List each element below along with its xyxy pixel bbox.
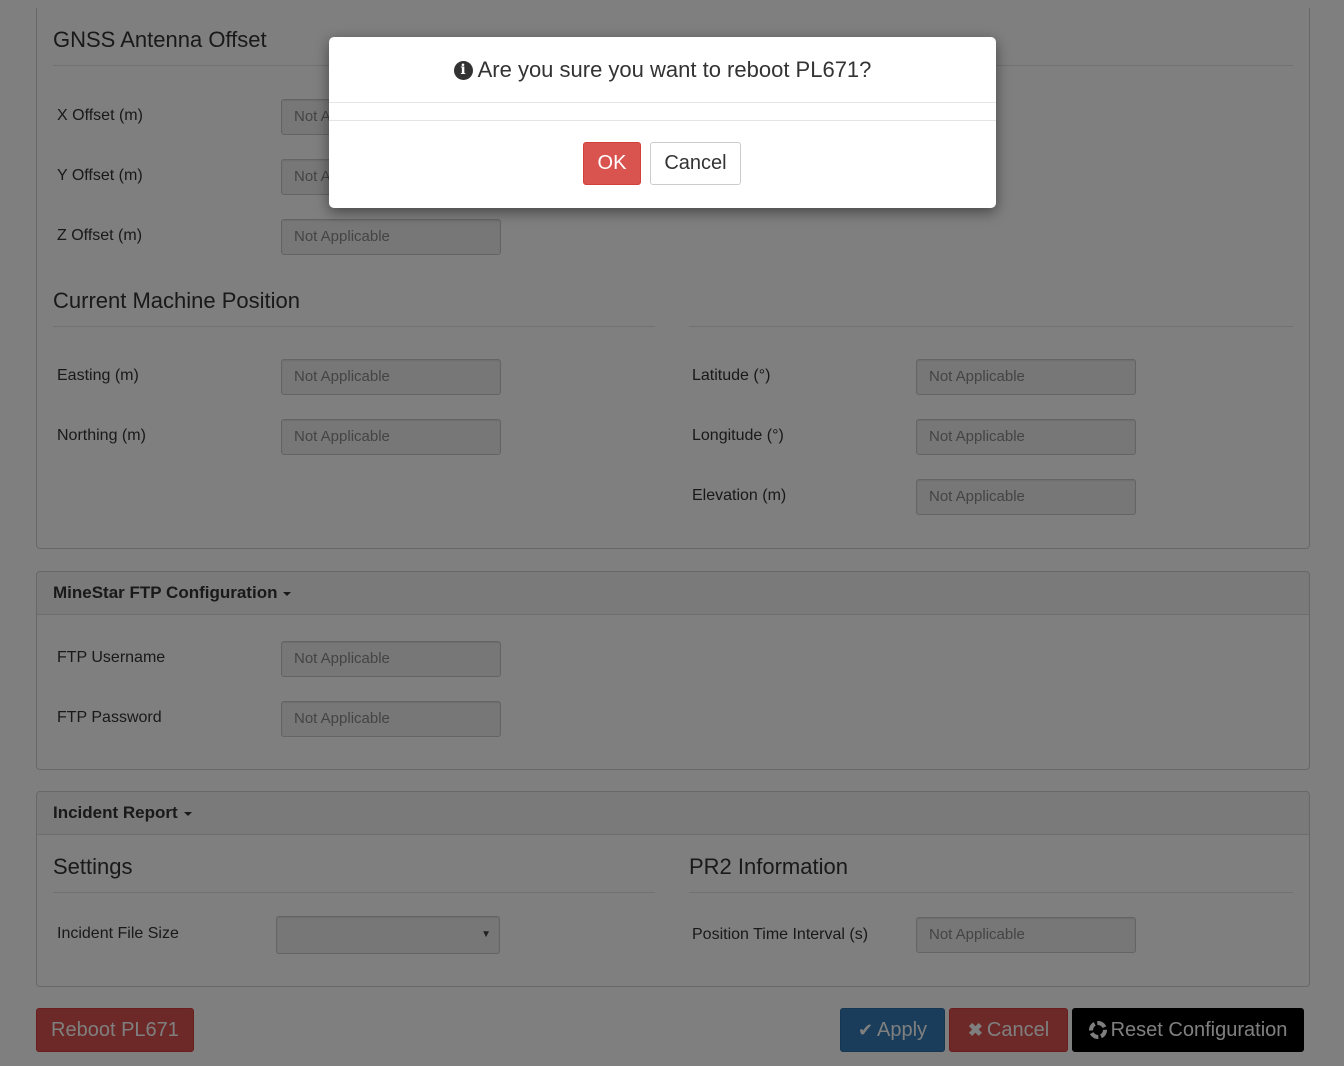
dialog-divider-bottom [329, 120, 996, 121]
dialog-message: i Are you sure you want to reboot PL671? [329, 57, 996, 83]
dialog-ok-button[interactable]: OK [583, 142, 641, 185]
dialog-message-text: Are you sure you want to reboot PL671? [477, 57, 872, 82]
dialog-divider-top [329, 102, 996, 103]
dialog-cancel-button[interactable]: Cancel [650, 142, 741, 185]
info-circle-icon: i [453, 60, 473, 80]
reboot-confirm-dialog: i Are you sure you want to reboot PL671?… [329, 37, 996, 208]
